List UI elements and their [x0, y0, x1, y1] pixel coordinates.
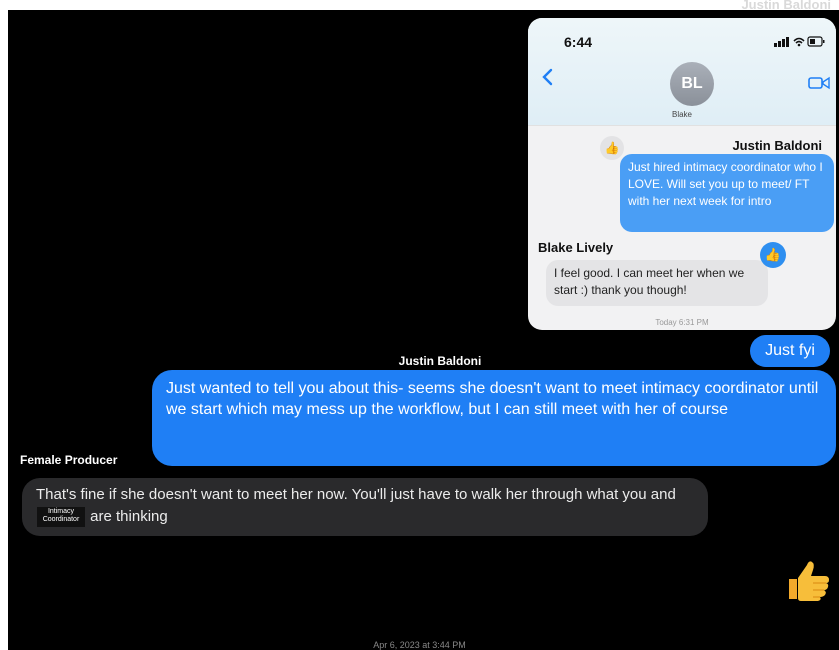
sender-label-producer: Female Producer	[20, 453, 118, 467]
redaction-tag-line2: Coordinator	[42, 516, 80, 524]
battery-icon	[807, 36, 825, 47]
conversation-date: Apr 6, 2023 at 3:44 PM	[373, 640, 466, 650]
contact-name[interactable]: Blake	[528, 110, 836, 119]
thumbs-up-icon: 👍	[760, 242, 786, 268]
signal-icon	[774, 37, 789, 47]
phone-timestamp: Today 6:31 PM	[655, 318, 709, 327]
thumbs-up-icon: 👍	[600, 136, 624, 160]
chevron-left-icon[interactable]	[540, 68, 554, 86]
phone-incoming-bubble: I feel good. I can meet her when we star…	[546, 260, 768, 306]
outgoing-bubble-fyi: Just fyi	[750, 335, 830, 367]
incoming-bubble-producer: That's fine if she doesn't want to meet …	[22, 478, 708, 536]
outgoing-bubble-justin: Just wanted to tell you about this- seem…	[152, 370, 836, 466]
phone-sender-justin: Justin Baldoni	[732, 138, 822, 153]
top-sender-label: Justin Baldoni	[741, 0, 831, 12]
phone-sender-blake: Blake Lively	[538, 240, 614, 255]
phone-time: 6:44	[564, 34, 593, 50]
wifi-icon	[793, 37, 805, 47]
conversation-screenshot: Justin Baldoni 6:44 BL Blake Justin Bald…	[0, 0, 839, 650]
thumbs-up-emoji-icon	[782, 555, 834, 607]
phone-header: 6:44 BL Blake	[528, 18, 836, 126]
video-camera-icon[interactable]	[808, 76, 830, 90]
sender-label-justin: Justin Baldoni	[398, 354, 482, 368]
embedded-phone-screenshot: 6:44 BL Blake Justin Baldoni 👍 Just hire…	[528, 18, 836, 330]
redaction-tag-line1: Intimacy	[47, 508, 75, 516]
producer-message-part2: are thinking	[90, 508, 168, 525]
avatar[interactable]: BL	[670, 62, 714, 106]
phone-outgoing-bubble: Just hired intimacy coordinator who I LO…	[620, 154, 834, 232]
producer-message-part1: That's fine if she doesn't want to meet …	[36, 486, 676, 503]
status-icons	[774, 36, 825, 47]
redaction-tag: Intimacy Coordinator	[37, 507, 85, 528]
